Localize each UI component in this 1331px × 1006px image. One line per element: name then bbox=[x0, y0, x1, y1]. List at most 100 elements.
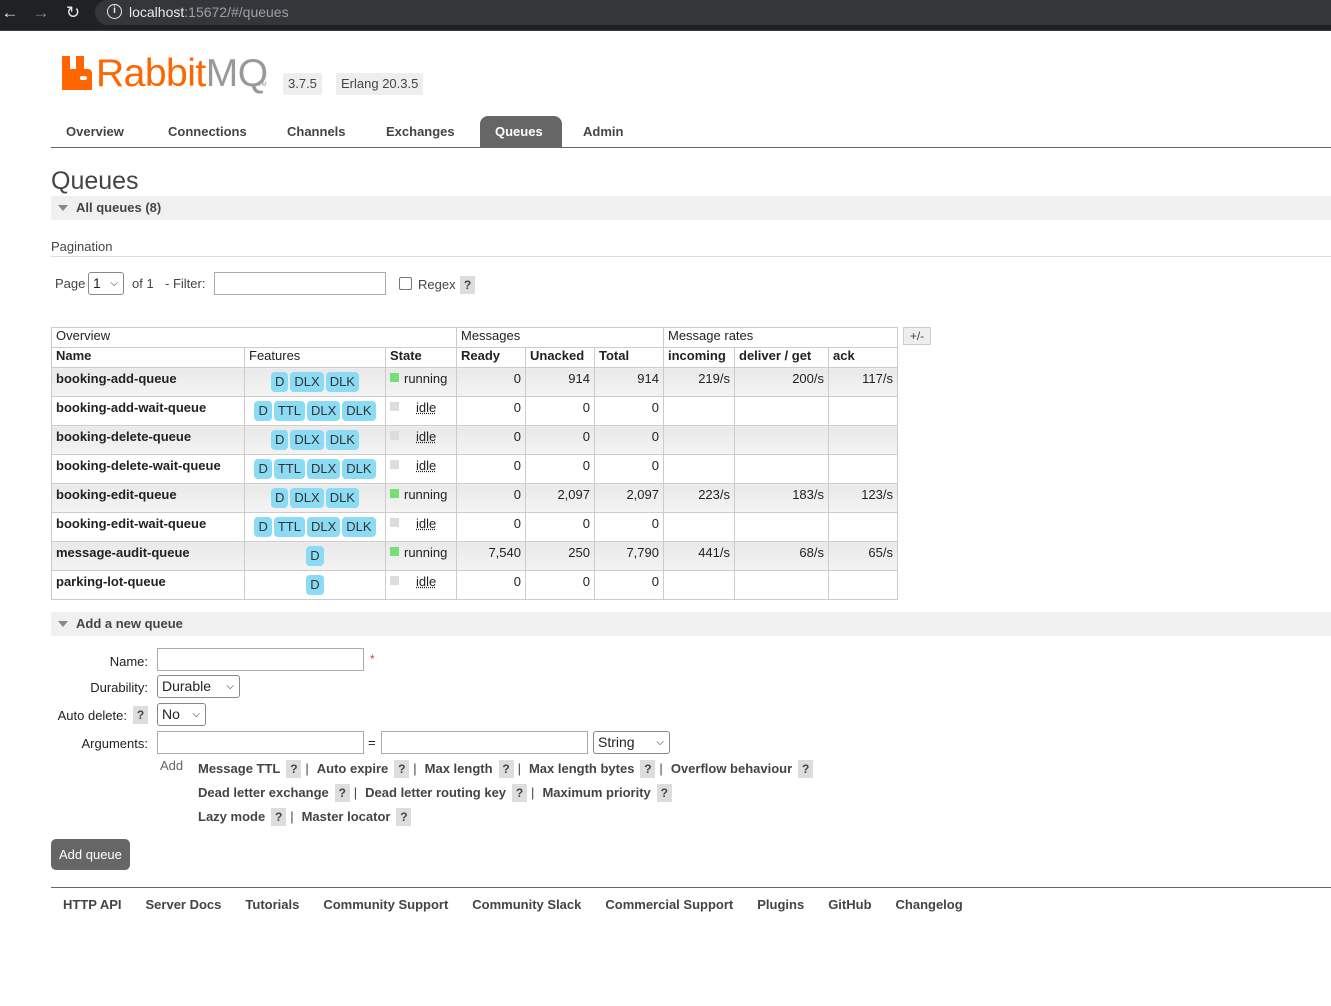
argument-help-button[interactable]: ? bbox=[334, 784, 350, 802]
queue-name-link[interactable]: booking-delete-wait-queue bbox=[51, 454, 245, 484]
page-select[interactable]: 1 ⌵ bbox=[88, 272, 124, 295]
idle-indicator-icon bbox=[390, 431, 399, 440]
argument-shortcuts-row-3: Lazy mode? | Master locator? bbox=[198, 808, 415, 826]
state-cell: idle bbox=[385, 425, 457, 455]
argument-help-button[interactable]: ? bbox=[396, 808, 412, 826]
add-queue-toggle[interactable]: Add a new queue bbox=[51, 612, 1331, 636]
argument-shortcut-link[interactable]: Dead letter routing key bbox=[365, 785, 506, 800]
running-indicator-icon bbox=[390, 373, 399, 382]
feature-badge: DLK bbox=[325, 372, 359, 392]
reload-icon[interactable]: ↻ bbox=[63, 3, 83, 23]
argument-help-button[interactable]: ? bbox=[286, 760, 302, 778]
page-label: Page bbox=[55, 276, 86, 291]
argument-key-input[interactable] bbox=[157, 731, 364, 754]
features-cell: D TTL DLX DLK bbox=[244, 512, 386, 542]
col-header-total[interactable]: Total bbox=[594, 347, 664, 368]
argument-help-button[interactable]: ? bbox=[640, 760, 656, 778]
tab-admin[interactable]: Admin bbox=[568, 116, 638, 147]
col-header-ack[interactable]: ack bbox=[828, 347, 898, 368]
tab-queues[interactable]: Queues bbox=[480, 116, 562, 147]
col-header-incoming[interactable]: incoming bbox=[663, 347, 735, 368]
tab-overview[interactable]: Overview bbox=[51, 116, 139, 147]
col-header-unacked[interactable]: Unacked bbox=[525, 347, 595, 368]
argument-shortcut-link[interactable]: Dead letter exchange bbox=[198, 785, 329, 800]
argument-help-button[interactable]: ? bbox=[656, 784, 672, 802]
queue-name-link[interactable]: booking-edit-wait-queue bbox=[51, 512, 245, 542]
argument-shortcut-link[interactable]: Message TTL bbox=[198, 761, 280, 776]
queue-name-link[interactable]: booking-edit-queue bbox=[51, 483, 245, 513]
col-header-name[interactable]: Name bbox=[51, 347, 245, 368]
arguments-label: Arguments: bbox=[81, 736, 148, 751]
filter-input[interactable] bbox=[214, 272, 386, 295]
col-header-state[interactable]: State bbox=[385, 347, 457, 368]
argument-help-button[interactable]: ? bbox=[798, 760, 814, 778]
argument-help-button[interactable]: ? bbox=[512, 784, 528, 802]
argument-shortcut-link[interactable]: Auto expire bbox=[317, 761, 389, 776]
table-row: booking-delete-queue D DLX DLK idle 0 0 0 bbox=[51, 425, 898, 455]
table-row: booking-add-queue D DLX DLK running 0 914 914 21… bbox=[51, 367, 898, 397]
queue-name-link[interactable]: parking-lot-queue bbox=[51, 570, 245, 600]
idle-indicator-icon bbox=[390, 518, 399, 527]
queue-name-link[interactable]: booking-add-wait-queue bbox=[51, 396, 245, 426]
argument-help-button[interactable]: ? bbox=[498, 760, 514, 778]
tab-connections[interactable]: Connections bbox=[153, 116, 262, 147]
footer-link[interactable]: Tutorials bbox=[245, 897, 299, 912]
footer-link[interactable]: Community Slack bbox=[472, 897, 581, 912]
queue-name-link[interactable]: booking-delete-queue bbox=[51, 425, 245, 455]
auto-delete-select[interactable]: No ⌵ bbox=[157, 703, 206, 726]
ack-cell: 123/s bbox=[828, 483, 898, 513]
total-cell: 914 bbox=[594, 367, 664, 397]
footer-link[interactable]: GitHub bbox=[828, 897, 871, 912]
add-queue-button[interactable]: Add queue bbox=[51, 839, 130, 870]
queue-name-link[interactable]: booking-add-queue bbox=[51, 367, 245, 397]
state-label: idle bbox=[416, 574, 437, 589]
tab-exchanges[interactable]: Exchanges bbox=[371, 116, 470, 147]
all-queues-toggle[interactable]: All queues (8) bbox=[51, 196, 1331, 220]
total-cell: 0 bbox=[594, 396, 664, 426]
version-badge: 3.7.5 bbox=[283, 73, 322, 95]
total-cell: 0 bbox=[594, 570, 664, 600]
back-arrow-icon[interactable]: ← bbox=[0, 3, 20, 23]
argument-shortcut-link[interactable]: Maximum priority bbox=[542, 785, 650, 800]
address-bar[interactable]: i localhost:15672/#/queues bbox=[95, 0, 1331, 25]
col-header-ready[interactable]: Ready bbox=[456, 347, 526, 368]
unacked-cell: 0 bbox=[525, 512, 595, 542]
argument-shortcut-link[interactable]: Overflow behaviour bbox=[671, 761, 792, 776]
add-argument-label: Add bbox=[160, 758, 184, 773]
ready-cell: 0 bbox=[456, 570, 526, 600]
forward-arrow-icon[interactable]: → bbox=[31, 3, 51, 23]
total-cell: 2,097 bbox=[594, 483, 664, 513]
footer-link[interactable]: Community Support bbox=[323, 897, 448, 912]
argument-shortcut-link[interactable]: Max length bytes bbox=[529, 761, 634, 776]
page-of-label: of 1 bbox=[132, 276, 154, 291]
footer-link[interactable]: HTTP API bbox=[63, 897, 122, 912]
queue-name-link[interactable]: message-audit-queue bbox=[51, 541, 245, 571]
argument-help-button[interactable]: ? bbox=[271, 808, 287, 826]
idle-indicator-icon bbox=[390, 402, 399, 411]
queue-name-input[interactable] bbox=[157, 648, 364, 671]
argument-shortcut-link[interactable]: Max length bbox=[425, 761, 493, 776]
feature-badge: D bbox=[306, 546, 324, 566]
column-toggle-button[interactable]: +/- bbox=[903, 327, 931, 345]
argument-type-select[interactable]: String ⌵ bbox=[593, 731, 670, 754]
footer-link[interactable]: Server Docs bbox=[146, 897, 222, 912]
footer-link[interactable]: Plugins bbox=[757, 897, 804, 912]
argument-value-input[interactable] bbox=[381, 731, 588, 754]
col-header-deliver-get[interactable]: deliver / get bbox=[734, 347, 829, 368]
regex-checkbox[interactable] bbox=[399, 277, 412, 290]
durability-select[interactable]: Durable ⌵ bbox=[157, 675, 240, 698]
ready-cell: 0 bbox=[456, 396, 526, 426]
argument-help-button[interactable]: ? bbox=[394, 760, 410, 778]
argument-shortcut-link[interactable]: Master locator bbox=[302, 809, 391, 824]
regex-help-button[interactable]: ? bbox=[460, 276, 475, 294]
running-indicator-icon bbox=[390, 547, 399, 556]
argument-shortcut-link[interactable]: Lazy mode bbox=[198, 809, 265, 824]
page-select-value: 1 bbox=[93, 275, 101, 291]
info-icon[interactable]: i bbox=[107, 4, 122, 19]
auto-delete-help-button[interactable]: ? bbox=[133, 706, 148, 724]
required-mark: * bbox=[370, 652, 375, 666]
footer-link[interactable]: Commercial Support bbox=[605, 897, 733, 912]
unacked-cell: 0 bbox=[525, 454, 595, 484]
footer-link[interactable]: Changelog bbox=[896, 897, 963, 912]
tab-channels[interactable]: Channels bbox=[272, 116, 361, 147]
